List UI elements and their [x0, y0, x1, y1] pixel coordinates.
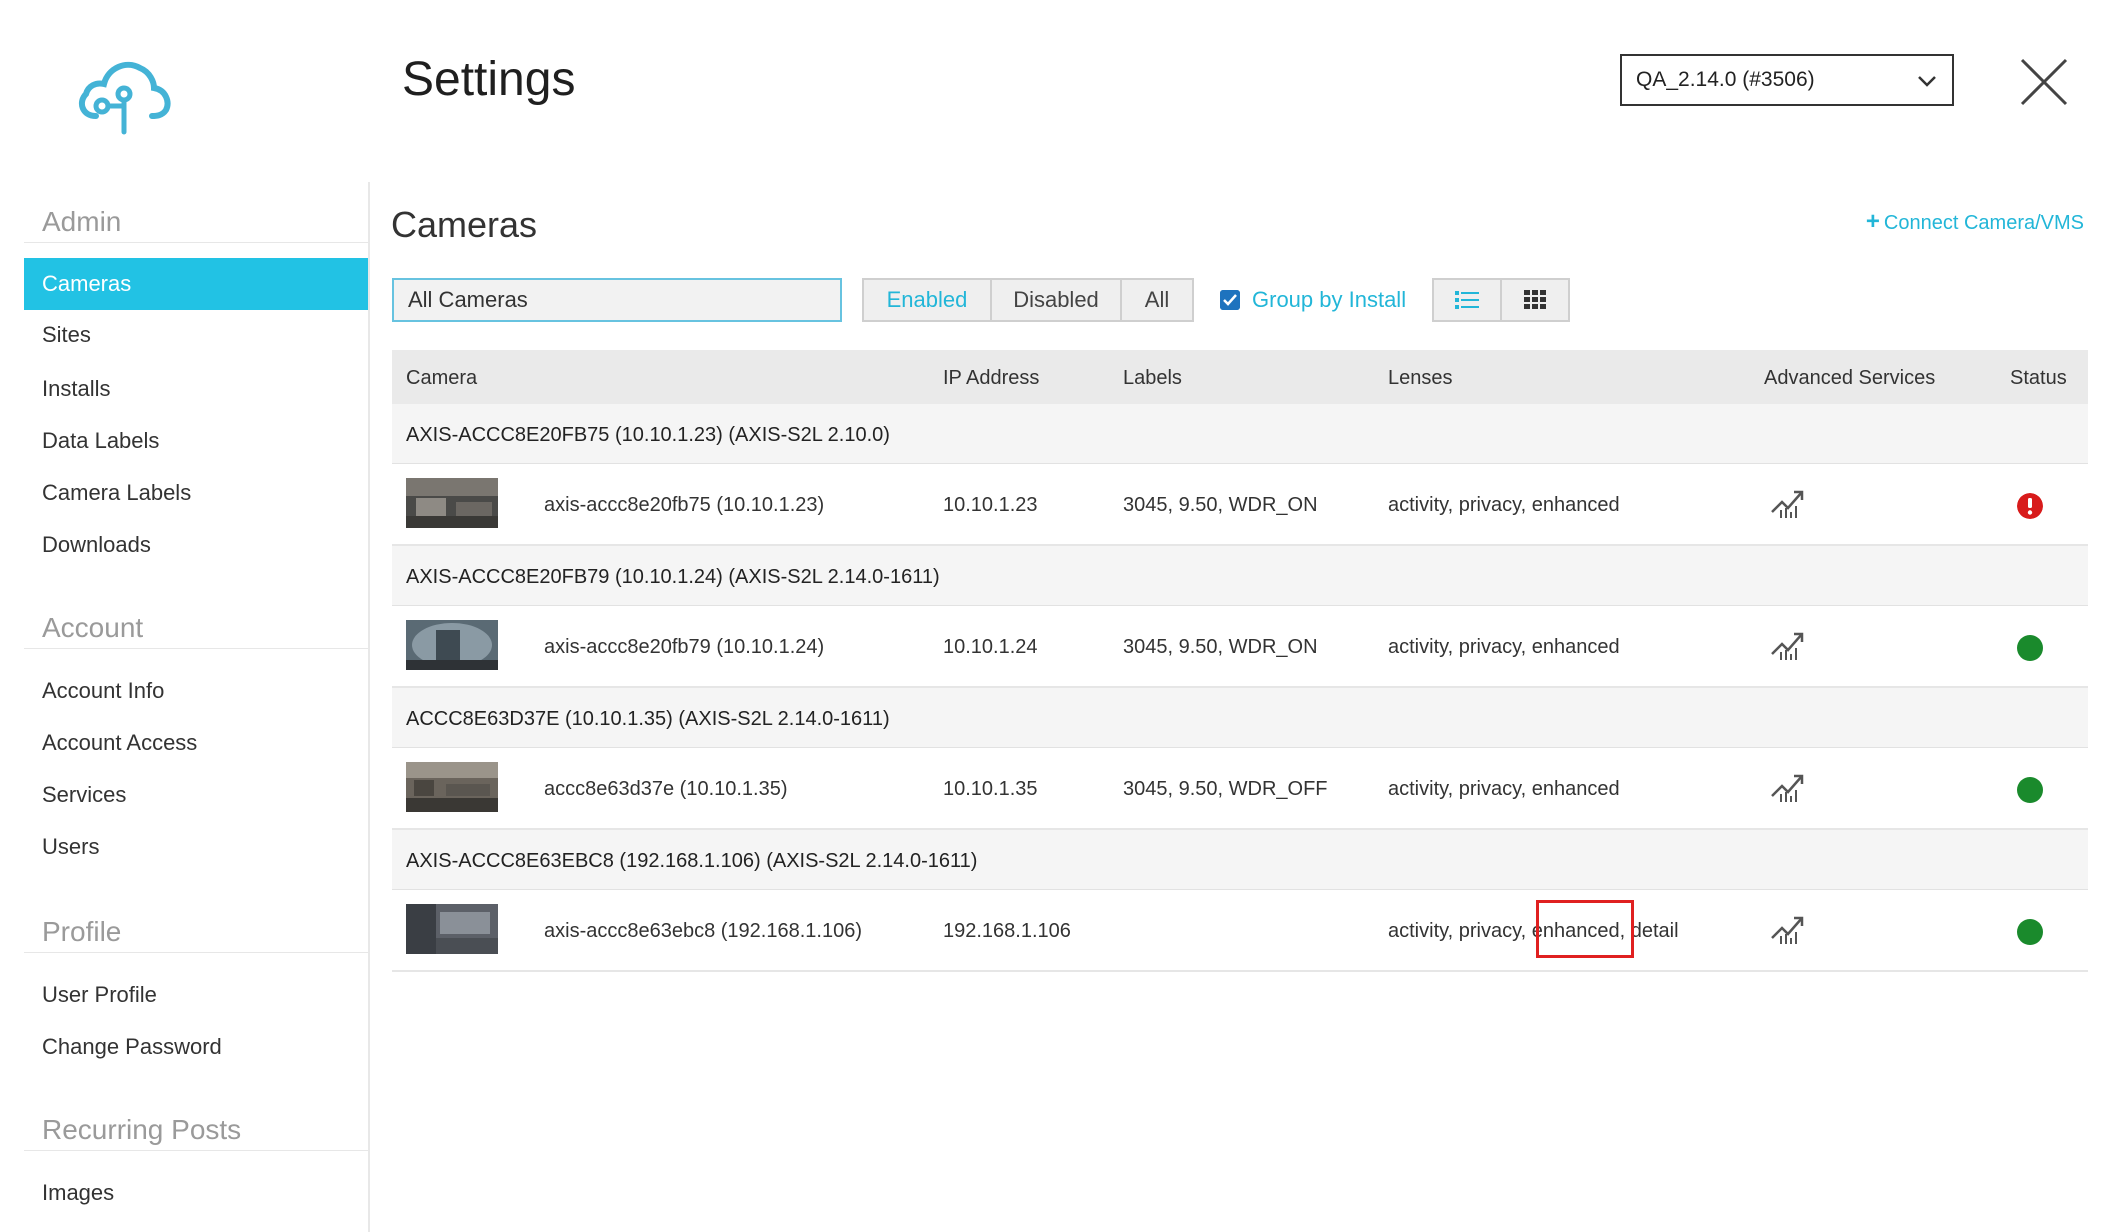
install-group-row: ACCC8E63D37E (10.10.1.35) (AXIS-S2L 2.14…	[392, 688, 2088, 748]
table-row[interactable]: axis-accc8e20fb75 (10.10.1.23) 10.10.1.2…	[392, 464, 2088, 546]
camera-name[interactable]: axis-accc8e20fb79 (10.10.1.24)	[544, 636, 824, 659]
camera-name[interactable]: axis-accc8e20fb75 (10.10.1.23)	[544, 494, 824, 517]
sidebar-item-downloads[interactable]: Downloads	[42, 532, 151, 558]
camera-labels: 3045, 9.50, WDR_ON	[1123, 636, 1318, 658]
sidebar-item-data-labels[interactable]: Data Labels	[42, 428, 159, 454]
camera-ip: 10.10.1.23	[943, 494, 1038, 516]
column-header-camera: Camera	[406, 367, 478, 389]
camera-ip: 10.10.1.24	[943, 636, 1038, 658]
sidebar-item-change-password[interactable]: Change Password	[42, 1034, 222, 1060]
sidebar-item-users[interactable]: Users	[42, 834, 99, 860]
column-header-lenses: Lenses	[1388, 367, 1453, 389]
advanced-services-chart-icon[interactable]	[1770, 628, 1806, 662]
status-ok-icon	[2017, 635, 2043, 661]
grid-view-button[interactable]	[1500, 278, 1570, 322]
table-header: Camera IP Address Labels Lenses Advanced…	[392, 350, 2088, 404]
status-ok-icon	[2017, 777, 2043, 803]
sidebar-item-user-profile[interactable]: User Profile	[42, 982, 157, 1008]
camera-ip: 192.168.1.106	[943, 920, 1071, 942]
sidebar-item-services[interactable]: Services	[42, 782, 126, 808]
install-group-row: AXIS-ACCC8E63EBC8 (192.168.1.106) (AXIS-…	[392, 830, 2088, 890]
group-by-install-checkbox[interactable]	[1220, 290, 1240, 310]
camera-labels: 3045, 9.50, WDR_ON	[1123, 494, 1318, 516]
filter-enabled-button[interactable]: Enabled	[862, 278, 992, 322]
table-row[interactable]: accc8e63d37e (10.10.1.35) 10.10.1.35 304…	[392, 748, 2088, 830]
filter-all-button[interactable]: All	[1120, 278, 1194, 322]
advanced-services-chart-icon[interactable]	[1770, 486, 1806, 520]
sidebar-heading-account: Account	[42, 612, 144, 643]
plus-icon: +	[1865, 208, 1880, 235]
install-group-label: AXIS-ACCC8E20FB75 (10.10.1.23) (AXIS-S2L…	[406, 424, 890, 446]
connect-camera-link[interactable]: + Connect Camera/VMS	[1866, 208, 2084, 236]
filter-disabled-button[interactable]: Disabled	[990, 278, 1122, 322]
table-row[interactable]: axis-accc8e20fb79 (10.10.1.24) 10.10.1.2…	[392, 606, 2088, 688]
list-view-icon	[1455, 291, 1479, 309]
sidebar-item-images[interactable]: Images	[42, 1180, 114, 1206]
camera-thumbnail	[406, 478, 498, 528]
sidebar-divider-line	[24, 648, 368, 649]
column-header-labels: Labels	[1123, 367, 1182, 389]
advanced-services-chart-icon[interactable]	[1770, 912, 1806, 946]
camera-lenses: activity, privacy, enhanced	[1388, 636, 1620, 658]
sidebar-item-camera-labels[interactable]: Camera Labels	[42, 480, 191, 506]
section-title: Cameras	[391, 204, 538, 245]
sidebar-divider-line	[24, 1150, 368, 1151]
camera-lenses: activity, privacy, enhanced	[1388, 494, 1620, 516]
connect-camera-label: Connect Camera/VMS	[1883, 212, 2084, 234]
page-title: Settings	[402, 53, 576, 106]
group-by-install-label[interactable]: Group by Install	[1252, 287, 1406, 313]
column-header-status: Status	[2010, 367, 2067, 389]
column-header-advanced-services: Advanced Services	[1764, 367, 1936, 389]
table-row[interactable]: axis-accc8e63ebc8 (192.168.1.106) 192.16…	[392, 890, 2088, 972]
install-group-label: ACCC8E63D37E (10.10.1.35) (AXIS-S2L 2.14…	[406, 708, 890, 730]
sidebar-item-label: Cameras	[42, 271, 132, 296]
sidebar-divider	[368, 182, 370, 1232]
install-group-row: AXIS-ACCC8E20FB79 (10.10.1.24) (AXIS-S2L…	[392, 546, 2088, 606]
install-group-label: AXIS-ACCC8E20FB79 (10.10.1.24) (AXIS-S2L…	[406, 566, 940, 588]
highlight-annotation-box	[1536, 900, 1634, 958]
sidebar-divider-line	[24, 952, 368, 953]
sidebar: Admin Cameras Sites Installs Data Labels…	[24, 182, 368, 1232]
grid-view-icon	[1524, 290, 1546, 309]
install-group-label: AXIS-ACCC8E63EBC8 (192.168.1.106) (AXIS-…	[406, 850, 978, 872]
version-select[interactable]: QA_2.14.0 (#3506)	[1620, 54, 1954, 106]
status-error-icon	[2017, 493, 2043, 519]
camera-name[interactable]: axis-accc8e63ebc8 (192.168.1.106)	[544, 920, 862, 943]
camera-thumbnail	[406, 762, 498, 812]
camera-lenses: activity, privacy, enhanced	[1388, 778, 1620, 800]
camera-filter-input[interactable]	[392, 278, 842, 322]
camera-labels: 3045, 9.50, WDR_OFF	[1123, 778, 1328, 800]
version-select-value: QA_2.14.0 (#3506)	[1636, 68, 1815, 91]
sidebar-item-cameras[interactable]: Cameras	[24, 258, 368, 310]
install-group-row: AXIS-ACCC8E20FB75 (10.10.1.23) (AXIS-S2L…	[392, 404, 2088, 464]
camera-name[interactable]: accc8e63d37e (10.10.1.35)	[544, 778, 788, 801]
camera-lenses: activity, privacy, enhanced, detail	[1388, 920, 1679, 943]
sidebar-item-installs[interactable]: Installs	[42, 376, 110, 402]
sidebar-divider-line	[24, 242, 368, 243]
sidebar-item-sites[interactable]: Sites	[42, 322, 91, 348]
camera-thumbnail	[406, 620, 498, 670]
camera-thumbnail	[406, 904, 498, 954]
sidebar-heading-recurring-posts: Recurring Posts	[42, 1114, 242, 1145]
sidebar-heading-profile: Profile	[42, 916, 122, 947]
cloud-logo-icon	[78, 61, 171, 135]
lens-text: activity, privacy,	[1388, 920, 1532, 942]
chevron-down-icon	[1918, 76, 1936, 87]
sidebar-item-account-access[interactable]: Account Access	[42, 730, 197, 756]
status-ok-icon	[2017, 919, 2043, 945]
close-icon[interactable]	[2018, 56, 2070, 108]
advanced-services-chart-icon[interactable]	[1770, 770, 1806, 804]
camera-ip: 10.10.1.35	[943, 778, 1038, 800]
sidebar-item-account-info[interactable]: Account Info	[42, 678, 164, 704]
column-header-ip: IP Address	[943, 367, 1040, 389]
sidebar-heading-admin: Admin	[42, 206, 122, 237]
list-view-button[interactable]	[1432, 278, 1502, 322]
